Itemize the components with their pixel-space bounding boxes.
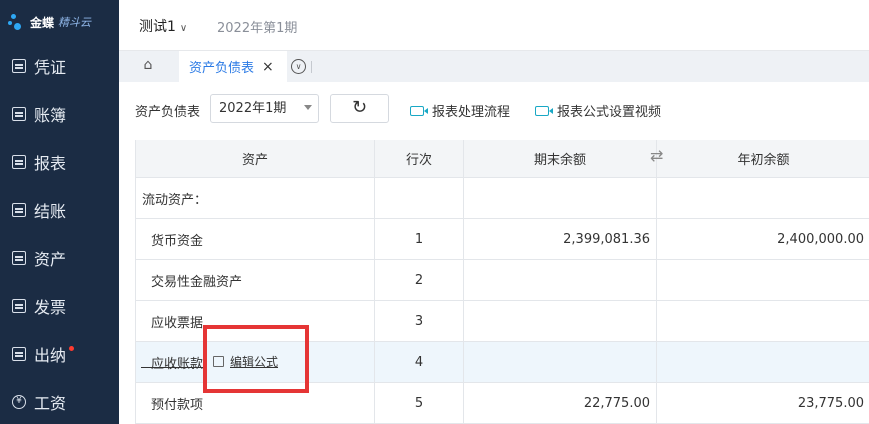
cell-item: 流动资产：	[136, 178, 375, 218]
formula-video-link[interactable]: 报表公式设置视频	[535, 101, 661, 120]
sidebar-item-invoice[interactable]: 发票	[0, 286, 119, 326]
table-header: 资产 行次 期末余额 年初余额 ⇄	[136, 140, 869, 178]
caret-down-icon	[304, 105, 312, 110]
tab-bar: ⌂ 资产负债表 × ∨	[119, 51, 869, 82]
cell-line: 2	[375, 260, 464, 300]
header-end-balance: 期末余额	[464, 140, 657, 177]
tabs-more-icon[interactable]: ∨	[291, 59, 306, 74]
sidebar-item-label: 发票	[34, 298, 67, 317]
ledger-icon	[12, 107, 26, 121]
sidebar-item-voucher[interactable]: 凭证	[0, 46, 119, 86]
cell-begin	[657, 301, 869, 341]
sidebar-item-label: 凭证	[34, 58, 67, 77]
notification-dot	[69, 346, 74, 351]
chevron-down-icon: ∨	[179, 23, 188, 34]
video-icon	[410, 105, 428, 116]
sidebar-item-label: 资产	[34, 250, 67, 269]
sidebar-item-asset[interactable]: 资产	[0, 238, 119, 278]
sidebar: 金蝶 精斗云 凭证 账簿 报表 结账 资产 发票 出纳 ¥ 工资	[0, 0, 119, 424]
cashier-icon	[12, 347, 26, 361]
salary-icon: ¥	[12, 395, 26, 409]
brand-product: 精斗云	[58, 16, 92, 29]
sidebar-item-label: 结账	[34, 202, 67, 221]
sidebar-item-cashier[interactable]: 出纳	[0, 334, 119, 374]
cell-item: 货币资金	[136, 219, 375, 259]
report-icon	[12, 155, 26, 169]
top-header: 测试1 ∨ 2022年第1期	[119, 0, 869, 51]
report-flow-label: 报表处理流程	[432, 105, 511, 120]
sidebar-item-ledger[interactable]: 账簿	[0, 94, 119, 134]
home-icon[interactable]: ⌂	[131, 57, 165, 77]
period-select[interactable]: 2022年1期	[210, 94, 319, 123]
cell-line: 1	[375, 219, 464, 259]
report-label: 资产负债表	[135, 105, 201, 120]
cell-end	[464, 301, 657, 341]
video-icon	[535, 105, 553, 116]
cell-item: 交易性金融资产	[136, 260, 375, 300]
cell-line: 5	[375, 383, 464, 423]
swap-icon[interactable]: ⇄	[650, 146, 663, 165]
cell-begin: 2,400,000.00	[777, 231, 864, 247]
current-period: 2022年第1期	[217, 21, 298, 36]
voucher-icon	[12, 59, 26, 73]
cell-begin: 23,775.00	[797, 395, 864, 411]
cell-begin	[657, 178, 869, 218]
sidebar-item-label: 工资	[34, 394, 67, 413]
sidebar-item-label: 报表	[34, 154, 67, 173]
tab-balance-sheet[interactable]: 资产负债表 ×	[179, 51, 287, 82]
highlight-box	[203, 325, 309, 393]
cell-end: 2,399,081.36	[464, 219, 657, 259]
refresh-icon: ↻	[351, 97, 368, 118]
cell-line: 4	[375, 342, 464, 382]
report-flow-link[interactable]: 报表处理流程	[410, 101, 510, 120]
cell-end	[464, 260, 657, 300]
cell-begin	[657, 342, 869, 382]
sidebar-item-label: 账簿	[34, 106, 67, 125]
sidebar-item-report[interactable]: 报表	[0, 142, 119, 182]
cell-line: 3	[375, 301, 464, 341]
cell-line	[375, 178, 464, 218]
account-name: 测试1	[139, 19, 176, 35]
header-begin-balance: 年初余额	[737, 153, 790, 168]
period-select-value: 2022年1期	[219, 101, 287, 116]
cell-end	[464, 178, 657, 218]
item-underline	[141, 367, 205, 368]
tab-label: 资产负债表	[189, 61, 255, 76]
header-asset: 资产	[136, 140, 375, 177]
table-row[interactable]: 交易性金融资产 2	[136, 260, 869, 301]
brand-name: 金蝶	[30, 15, 55, 30]
invoice-icon	[12, 299, 26, 313]
sidebar-item-close-period[interactable]: 结账	[0, 190, 119, 230]
formula-video-label: 报表公式设置视频	[557, 105, 662, 120]
account-switcher[interactable]: 测试1 ∨	[139, 16, 187, 36]
cell-begin	[657, 260, 869, 300]
cell-end	[464, 342, 657, 382]
refresh-button[interactable]: ↻	[330, 94, 389, 123]
cell-end: 22,775.00	[464, 383, 657, 423]
close-period-icon	[12, 203, 26, 217]
header-line: 行次	[375, 140, 464, 177]
asset-icon	[12, 251, 26, 265]
sidebar-item-salary[interactable]: ¥ 工资	[0, 382, 119, 422]
close-icon[interactable]: ×	[262, 59, 274, 75]
table-row[interactable]: 流动资产：	[136, 178, 869, 219]
table-row[interactable]: 货币资金 1 2,399,081.36 2,400,000.00	[136, 219, 869, 260]
divider	[311, 61, 312, 73]
sidebar-item-label: 出纳	[34, 346, 67, 365]
logo-icon	[8, 12, 28, 32]
brand-logo[interactable]: 金蝶 精斗云	[8, 10, 91, 34]
